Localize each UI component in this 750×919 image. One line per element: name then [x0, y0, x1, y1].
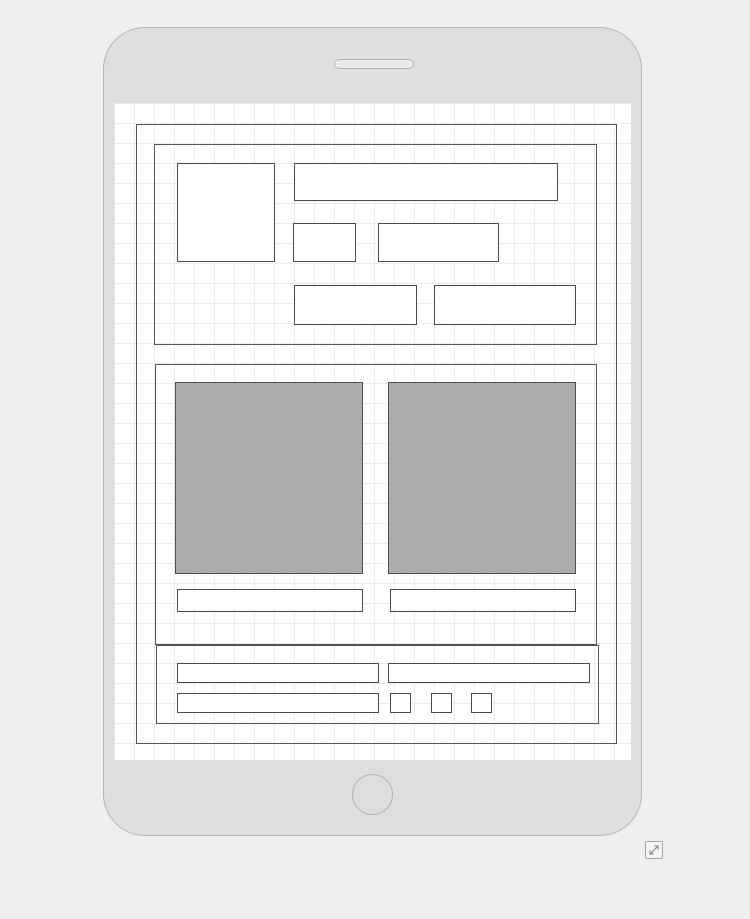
profile-avatar-placeholder	[177, 163, 275, 262]
expand-icon[interactable]	[645, 841, 663, 859]
profile-medium-field[interactable]	[378, 223, 499, 262]
gallery-caption-right	[390, 589, 576, 612]
profile-action-right[interactable]	[434, 285, 576, 325]
gallery-image-right	[388, 382, 576, 574]
tablet-device	[103, 27, 642, 836]
home-button[interactable]	[352, 774, 393, 815]
footer-square-button-2[interactable]	[431, 693, 452, 713]
footer-square-button-3[interactable]	[471, 693, 492, 713]
profile-title-field[interactable]	[294, 163, 558, 201]
footer-field-bottom-left[interactable]	[177, 693, 379, 713]
footer-square-button-1[interactable]	[390, 693, 411, 713]
tablet-screen	[114, 103, 631, 760]
footer-field-top-left[interactable]	[177, 663, 379, 683]
profile-small-field[interactable]	[293, 223, 356, 262]
profile-action-left[interactable]	[294, 285, 417, 325]
gallery-image-left	[175, 382, 363, 574]
speaker-slot	[334, 59, 414, 69]
gallery-caption-left	[177, 589, 363, 612]
footer-field-top-right[interactable]	[388, 663, 590, 683]
